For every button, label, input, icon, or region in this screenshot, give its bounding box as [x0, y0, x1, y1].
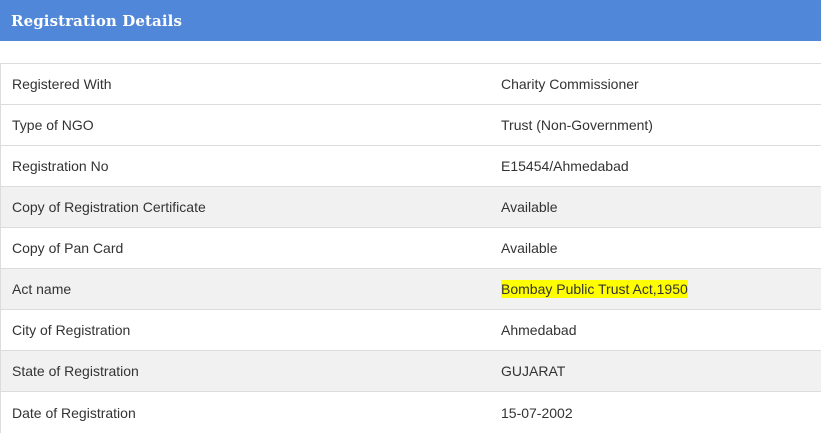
table-row-city-of-registration: City of Registration Ahmedabad	[1, 310, 821, 351]
highlighted-act-name: Bombay Public Trust Act,1950	[501, 280, 688, 298]
table-row-state-of-registration: State of Registration GUJARAT	[1, 351, 821, 392]
table-row-registered-with: Registered With Charity Commissioner	[1, 64, 821, 105]
row-label: Type of NGO	[12, 117, 94, 133]
row-value: 15-07-2002	[501, 404, 573, 421]
row-label: Registration No	[12, 158, 109, 174]
row-label: Registered With	[12, 76, 112, 92]
row-value: Charity Commissioner	[501, 76, 639, 92]
row-value: Bombay Public Trust Act,1950	[490, 280, 688, 298]
row-value: Trust (Non-Government)	[501, 117, 653, 133]
section-title: Registration Details	[11, 11, 182, 30]
row-value: GUJARAT	[501, 363, 566, 379]
row-label: Act name	[12, 281, 72, 297]
row-value: Available	[501, 199, 558, 215]
table-row-registration-certificate: Copy of Registration Certificate Availab…	[1, 187, 821, 228]
row-label: Copy of Registration Certificate	[12, 199, 206, 215]
row-label: Copy of Pan Card	[12, 240, 124, 256]
row-value: E15454/Ahmedabad	[501, 158, 629, 174]
registration-details-table: Registered With Charity Commissioner Typ…	[0, 63, 821, 433]
section-header: Registration Details	[0, 0, 821, 41]
row-label: State of Registration	[12, 363, 139, 379]
row-label: Date of Registration	[12, 404, 136, 421]
row-label: City of Registration	[12, 322, 131, 338]
row-value: Ahmedabad	[501, 322, 577, 338]
table-row-registration-no: Registration No E15454/Ahmedabad	[1, 146, 821, 187]
table-row-pan-card: Copy of Pan Card Available	[1, 228, 821, 269]
row-value: Available	[501, 240, 558, 256]
table-row-act-name: Act name Bombay Public Trust Act,1950	[1, 269, 821, 310]
table-row-type-of-ngo: Type of NGO Trust (Non-Government)	[1, 105, 821, 146]
table-row-date-of-registration: Date of Registration 15-07-2002	[1, 392, 821, 433]
